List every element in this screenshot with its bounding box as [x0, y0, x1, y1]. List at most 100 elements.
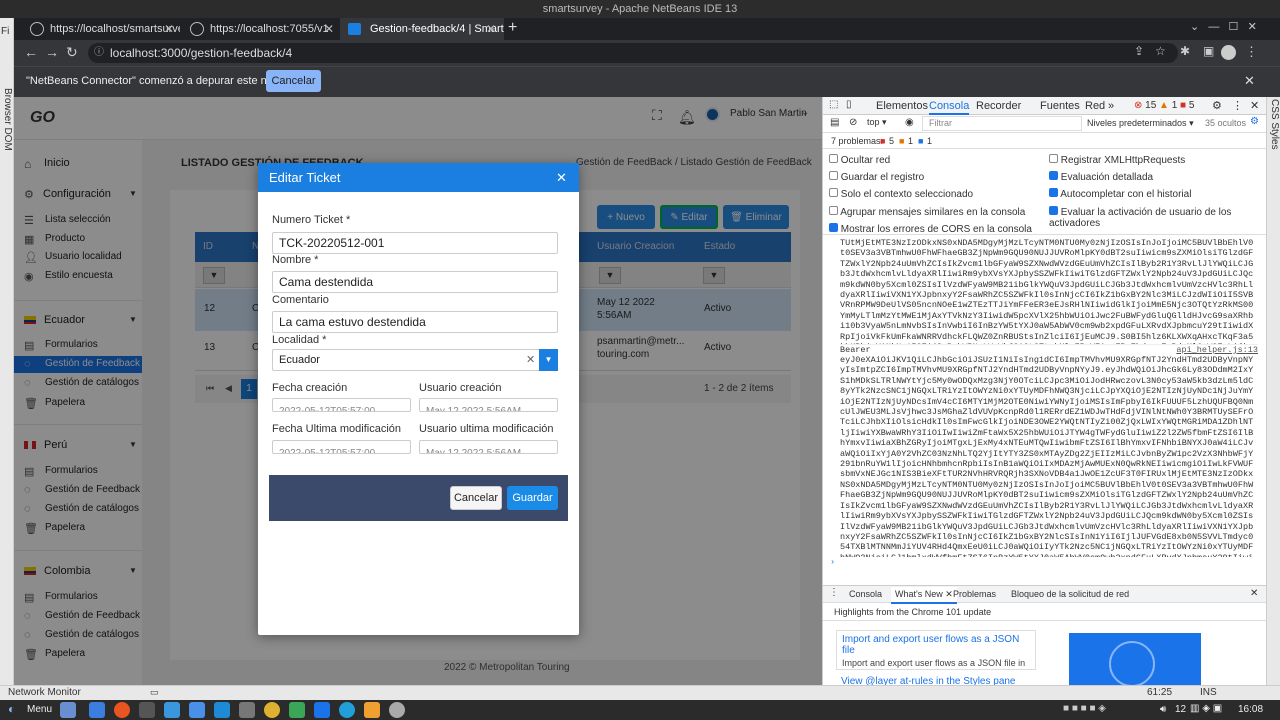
checkbox-checked[interactable]	[1049, 171, 1058, 180]
checkbox[interactable]	[1049, 154, 1058, 163]
bookmark-star-icon[interactable]: ☆	[1155, 44, 1166, 58]
setting-guardar-registro[interactable]: Guardar el registro	[829, 171, 924, 183]
volume-icon[interactable]: 🔊︎	[1160, 704, 1166, 715]
panel-icon[interactable]: ▭	[150, 687, 159, 698]
localidad-select[interactable]: Ecuador ✕ ▼	[272, 349, 558, 371]
inspect-icon[interactable]: ⬚	[829, 99, 838, 110]
checkbox[interactable]	[829, 206, 838, 215]
file-menu-fragment[interactable]: Fi	[1, 26, 9, 37]
checkbox-checked[interactable]	[1049, 206, 1058, 215]
problems-bar[interactable]: 7 problemas: ■ 5 ■ 1 ■ 1	[823, 133, 1266, 149]
sidepanel-icon[interactable]: ▣	[1203, 44, 1214, 58]
infobar-close-icon[interactable]: ✕	[1244, 73, 1255, 89]
close-icon[interactable]: ✕	[164, 18, 174, 40]
network-icon[interactable]: ▥ ◈ ▣	[1190, 703, 1222, 714]
browser-tab-2[interactable]: https://localhost:7055/v1 ✕	[180, 18, 340, 40]
profile-avatar-icon[interactable]	[1221, 45, 1236, 60]
whats-new-card-title[interactable]: Import and export user flows as a JSON f…	[842, 634, 1030, 656]
checkbox-checked[interactable]	[829, 223, 838, 232]
info-icon[interactable]: ⓘ	[94, 43, 104, 63]
app-icon[interactable]	[314, 702, 330, 718]
browser-dom-tab[interactable]: Browser DOM	[2, 88, 13, 151]
setting-evaluar-activacion[interactable]: Evaluar la activación de usuario de los …	[1049, 206, 1280, 229]
cancel-button[interactable]: Cancelar	[450, 486, 502, 510]
app-icon[interactable]	[239, 702, 255, 718]
checkbox[interactable]	[829, 171, 838, 180]
devtools-tab-recorder[interactable]: Recorder	[976, 100, 1021, 112]
files-app-icon[interactable]	[164, 702, 180, 718]
devtools-menu-icon[interactable]: ⋮	[1232, 99, 1243, 112]
address-bar[interactable]: ⓘ localhost:3000/gestion-feedback/4	[88, 43, 1178, 63]
checkbox[interactable]	[829, 188, 838, 197]
network-monitor-label[interactable]: Network Monitor	[8, 687, 81, 698]
drawer-tab-consola[interactable]: Consola	[849, 589, 882, 599]
eye-icon[interactable]: ◉	[905, 117, 914, 128]
setting-agrupar-mensajes[interactable]: Agrupar mensajes similares en la consola	[829, 206, 1025, 218]
css-styles-tab[interactable]: CSS Styles	[1269, 99, 1280, 150]
more-tabs-icon[interactable]: »	[1108, 100, 1114, 112]
whats-new-card[interactable]: Import and export user flows as a JSON f…	[836, 630, 1036, 670]
infobar-cancel-button[interactable]: Cancelar	[266, 70, 321, 92]
context-select[interactable]: top ▾	[867, 117, 903, 130]
setting-autocompletar[interactable]: Autocompletar con el historial	[1049, 188, 1191, 200]
reload-icon[interactable]: ↻	[66, 44, 78, 61]
devtools-tab-fuentes[interactable]: Fuentes	[1040, 100, 1080, 112]
warning-count-badge[interactable]: ▲ 1	[1159, 100, 1177, 111]
console-source-link[interactable]: api_helper.js:13	[1176, 345, 1258, 355]
sidebar-toggle-icon[interactable]: ▤	[830, 117, 839, 128]
vscode-app-icon[interactable]	[214, 702, 230, 718]
fecha-mod-input[interactable]: 2022-05-12T05:57:00	[272, 440, 411, 454]
console-output[interactable]: TUtMjEtMTE3NzIzODkxNS0xNDA5MDgyMjMzLTcyN…	[823, 234, 1266, 574]
close-icon[interactable]: ✕	[324, 18, 334, 40]
close-icon[interactable]: ✕	[945, 589, 953, 599]
setting-evaluacion-detallada[interactable]: Evaluación detallada	[1049, 171, 1153, 183]
console-settings-icon[interactable]: ⚙	[1250, 116, 1259, 127]
mail-app-icon[interactable]	[89, 702, 105, 718]
app-icon[interactable]	[389, 702, 405, 718]
issues-count-badge[interactable]: ■ 5	[1180, 100, 1194, 111]
console-prompt-icon[interactable]: ›	[830, 557, 1258, 567]
error-count-badge[interactable]: ⊗ 15	[1134, 100, 1156, 111]
drawer-close-icon[interactable]: ✕	[1250, 588, 1258, 599]
extensions-icon[interactable]: ✱	[1180, 44, 1190, 58]
setting-ocultar-red[interactable]: Ocultar red	[829, 154, 890, 166]
setting-registrar-xhr[interactable]: Registrar XMLHttpRequests	[1049, 154, 1185, 166]
checkbox[interactable]	[829, 154, 838, 163]
kebab-menu-icon[interactable]: ⋮	[1245, 44, 1258, 60]
ubuntu-app-icon[interactable]	[114, 702, 130, 718]
zoom-app-icon[interactable]	[189, 702, 205, 718]
clock[interactable]: 16:08	[1238, 704, 1263, 715]
checkbox-checked[interactable]	[1049, 188, 1058, 197]
whats-new-card-title-2[interactable]: View @layer at-rules in the Styles pane	[836, 676, 1036, 685]
devtools-tab-red[interactable]: Red	[1085, 100, 1105, 112]
setting-solo-contexto[interactable]: Solo el contexto seleccionado	[829, 188, 973, 200]
devtools-tab-elementos[interactable]: Elementos	[876, 100, 928, 112]
forward-icon[interactable]: →	[45, 44, 59, 60]
new-tab-icon[interactable]: +	[508, 19, 517, 37]
chrome-app-icon[interactable]	[264, 702, 280, 718]
telegram-app-icon[interactable]	[339, 702, 355, 718]
drawer-tab-bloqueo[interactable]: Bloqueo de la solicitud de red	[1011, 589, 1129, 599]
menu-icon[interactable]: ◐	[8, 702, 15, 716]
clear-console-icon[interactable]: ⊘	[849, 117, 857, 128]
drawer-menu-icon[interactable]: ⋮	[829, 587, 839, 598]
device-toolbar-icon[interactable]: ▯	[846, 99, 852, 110]
back-icon[interactable]: ←	[24, 44, 38, 60]
comentario-input[interactable]: La cama estuvo destendida	[272, 311, 558, 333]
browser-tab-1[interactable]: https://localhost/smartsurvey ✕	[20, 18, 180, 40]
share-icon[interactable]: ⇪	[1134, 44, 1144, 58]
numero-ticket-input[interactable]: TCK-20220512-001	[272, 232, 558, 254]
nombre-input[interactable]: Cama destendida	[272, 271, 558, 293]
app-icon[interactable]	[364, 702, 380, 718]
settings-gear-icon[interactable]: ⚙	[1212, 99, 1222, 112]
app-icon[interactable]	[289, 702, 305, 718]
usuario-creacion-input[interactable]: May 12 2022 5:56AM	[419, 398, 558, 412]
show-desktop-icon[interactable]	[60, 702, 76, 718]
usuario-mod-input[interactable]: May 12 2022 5:56AM	[419, 440, 558, 454]
dropdown-arrow-icon[interactable]: ▼	[539, 349, 558, 371]
save-button[interactable]: Guardar	[507, 486, 558, 510]
tray-icons[interactable]: ■ ■ ■ ■ ◈	[1063, 703, 1106, 714]
drawer-tab-problemas[interactable]: Problemas	[953, 589, 996, 599]
modal-close-icon[interactable]: ✕	[556, 170, 567, 186]
drawer-tab-whats-new[interactable]: What's New ✕	[891, 587, 957, 604]
